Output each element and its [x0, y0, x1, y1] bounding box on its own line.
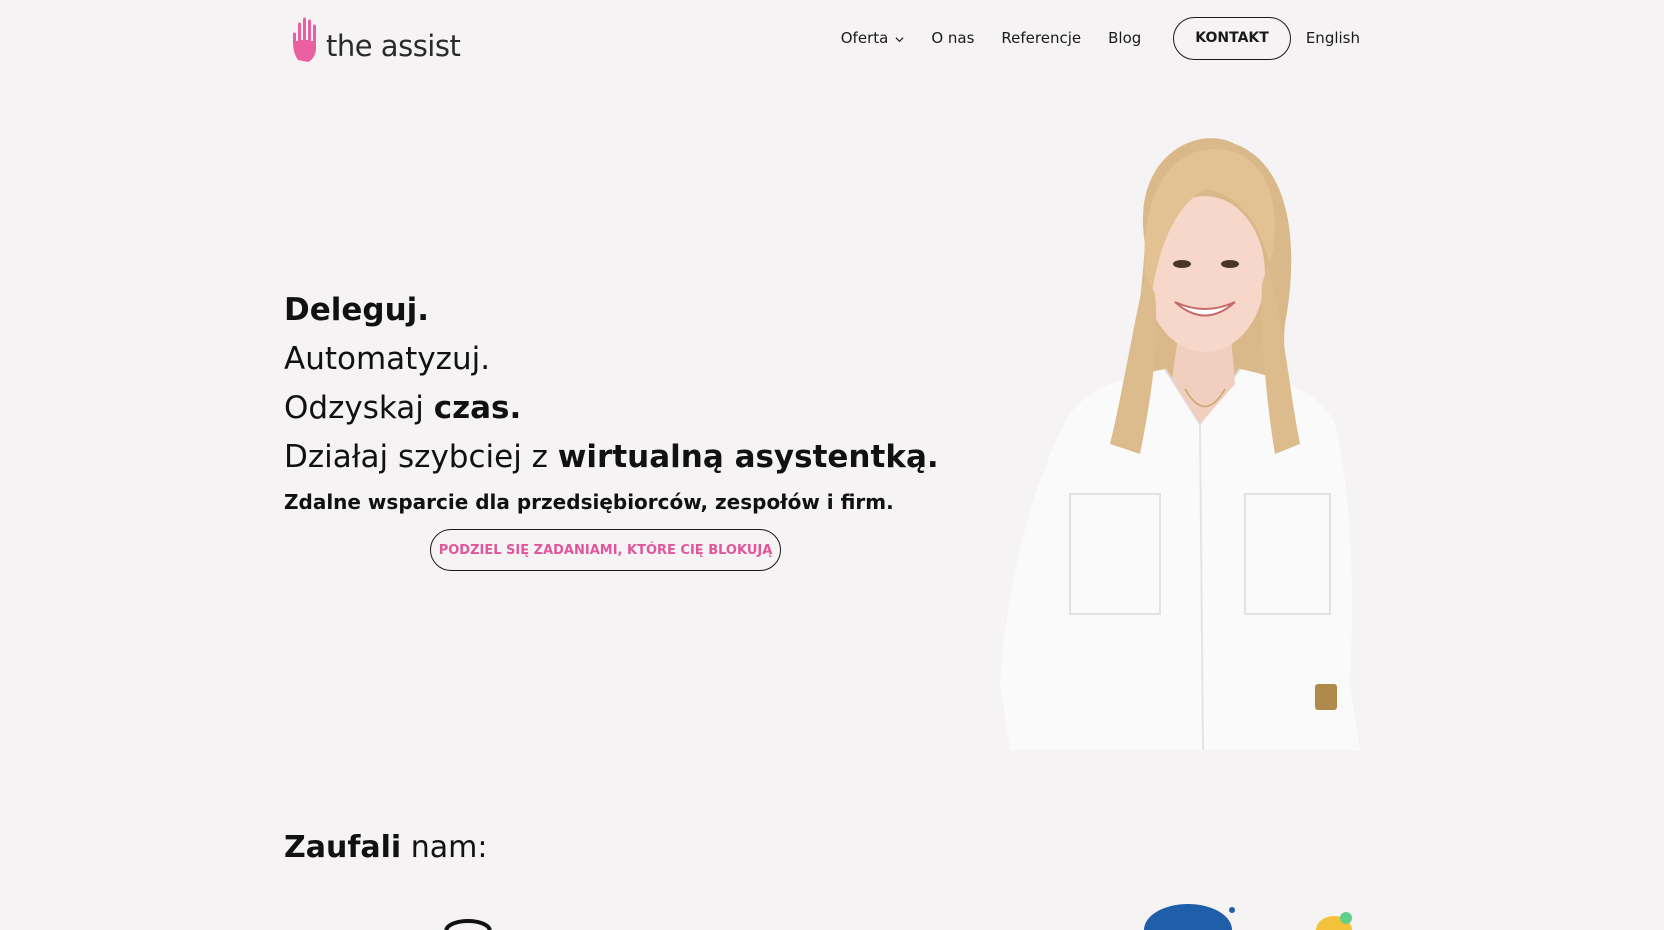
hero-line-3: Odzyskaj czas.: [284, 384, 964, 433]
nav-item-oferta[interactable]: Oferta: [841, 29, 905, 47]
contact-button[interactable]: KONTAKT: [1173, 16, 1291, 60]
hero-line-1: Deleguj.: [284, 286, 964, 335]
main-nav: Oferta O nas Referencje Blog KONTAKT Eng…: [841, 16, 1360, 60]
portrait-illustration: [1000, 138, 1360, 750]
hero-subtitle: Zdalne wsparcie dla przedsiębiorców, zes…: [284, 490, 894, 514]
hero-line-2: Automatyzuj.: [284, 341, 491, 377]
trusted-heading: Zaufali nam:: [284, 830, 487, 865]
language-label: English: [1305, 29, 1360, 47]
hero-line-4-bold: wirtualną asystentką.: [557, 439, 939, 475]
nav-item-blog[interactable]: Blog: [1108, 29, 1141, 47]
hero-line-3-bold: czas.: [433, 390, 522, 426]
hand-icon: [293, 17, 316, 62]
hero-portrait-image: [1000, 124, 1362, 750]
language-switch[interactable]: English: [1306, 29, 1360, 47]
logo-text: the assist: [326, 29, 461, 63]
client-logos: [444, 904, 1352, 930]
chevron-down-icon: [895, 36, 904, 42]
hero-line-1-bold: Deleguj.: [284, 292, 430, 328]
hero-line-4-regular: Działaj szybciej z: [284, 439, 558, 475]
client-logo-2: [1144, 904, 1232, 930]
client-logo-1: [444, 919, 492, 930]
site-header: the assist Oferta O nas Referencje Blog …: [0, 0, 1664, 80]
client-logos-strip: [0, 900, 1664, 930]
hero-section: Deleguj. Automatyzuj. Odzyskaj czas. Dzi…: [284, 286, 964, 514]
hero-line-4: Działaj szybciej z wirtualną asystentką.: [284, 433, 964, 482]
nav-label: Oferta: [840, 29, 889, 47]
nav-label: Referencje: [1001, 29, 1082, 47]
nav-label: Blog: [1108, 29, 1142, 47]
trusted-regular: nam:: [401, 830, 488, 865]
nav-item-referencje[interactable]: Referencje: [1001, 29, 1081, 47]
hero-line-3-regular: Odzyskaj: [284, 390, 434, 426]
nav-item-o-nas[interactable]: O nas: [931, 29, 974, 47]
site-logo[interactable]: the assist: [292, 14, 461, 64]
cta-button[interactable]: PODZIEL SIĘ ZADANIAMI, KTÓRE CIĘ BLOKUJĄ: [430, 529, 781, 571]
trusted-bold: Zaufali: [284, 830, 402, 865]
nav-label: O nas: [931, 29, 975, 47]
